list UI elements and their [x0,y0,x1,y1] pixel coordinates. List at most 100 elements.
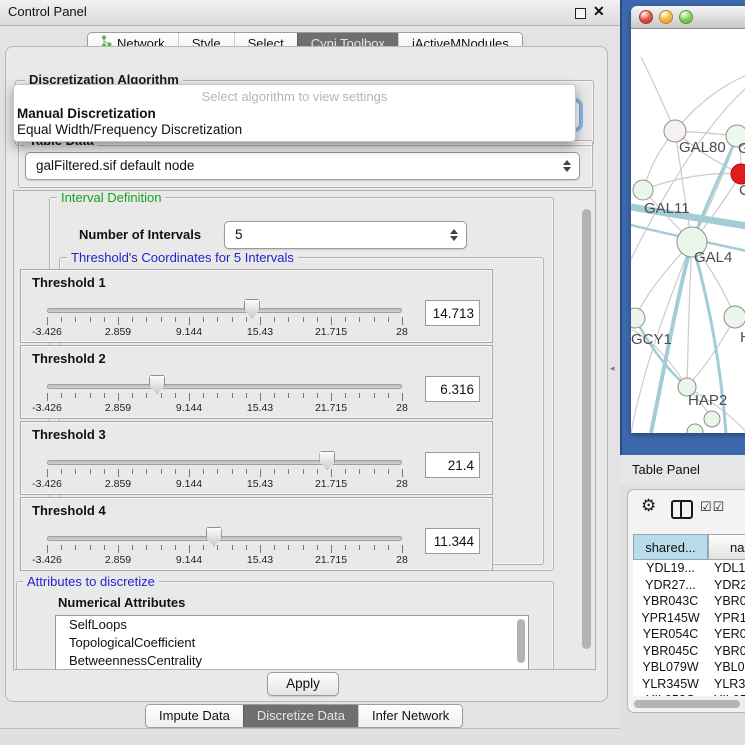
slider-tick [331,317,332,325]
slider-tick [402,545,403,553]
close-icon[interactable]: ✕ [593,3,605,20]
table-hscroll-thumb[interactable] [634,700,740,708]
table-panel-titlebar: Table Panel [620,455,745,485]
tab-impute-data[interactable]: Impute Data [146,705,243,727]
threshold-slider-thumb[interactable] [319,451,335,470]
network-node-label: C [739,182,745,199]
table-data-value: galFiltered.sif default node [36,153,194,178]
slider-tick [232,469,233,474]
threshold-value-field[interactable]: 21.4 [425,452,480,478]
attribute-list-item[interactable]: BetweennessCentrality [56,652,528,670]
threshold-slider-track[interactable] [47,384,402,389]
select-columns-checkboxes-icon[interactable]: ☑☑ [700,499,725,515]
column-header-shared-name[interactable]: shared... [633,534,708,560]
threshold-label: Threshold 4 [32,503,106,518]
settings-scrollbar[interactable] [582,209,591,649]
node-table-rows: YDL19...YDL19...YDR27...YDR27...YBR043CY… [633,560,745,696]
table-row[interactable]: YBL079WYBL079W [633,659,745,676]
slider-tick [161,545,162,550]
slider-tick [75,393,76,398]
slider-tick-label: -3.426 [17,554,77,566]
slider-tick [75,317,76,322]
slider-tick-label: 21.715 [301,326,361,338]
attribute-list-item[interactable]: SelfLoops [56,616,528,634]
threshold-slider-track[interactable] [47,460,402,465]
slider-tick [402,469,403,477]
table-row[interactable]: YER054CYER054C [633,626,745,643]
table-row[interactable]: YBR045CYBR045C [633,643,745,660]
network-canvas[interactable]: GAL80GACGAL11GAL4GCY1HHAP2 [631,29,745,433]
slider-tick [331,545,332,553]
apply-button[interactable]: Apply [267,672,339,696]
slider-tick [359,545,360,550]
attributes-list-scrollbar[interactable] [517,619,525,663]
slider-tick [118,317,119,325]
slider-tick-label: -3.426 [17,402,77,414]
slider-tick [47,469,48,477]
slider-tick-label: 28 [372,326,432,338]
network-node-label: GCY1 [631,331,672,348]
network-view-frame: GAL80GACGAL11GAL4GCY1HHAP2 [620,0,745,455]
split-pane-collapse-arrow[interactable]: ◂ [610,363,615,374]
slider-tick [132,393,133,398]
slider-tick [232,545,233,550]
cell-name: YBR043C [714,593,745,610]
network-node-c[interactable] [731,164,745,184]
slider-tick [402,393,403,401]
number-of-intervals-combobox[interactable]: 5 [224,221,467,249]
threshold-slider-thumb[interactable] [244,299,260,318]
minimize-traffic-light-icon[interactable] [659,10,673,24]
zoom-traffic-light-icon[interactable] [679,10,693,24]
slider-tick [146,545,147,550]
network-edge [641,57,675,131]
slider-tick [217,545,218,550]
table-row[interactable]: YIL052CYIL052C [633,692,745,696]
table-data-combobox[interactable]: galFiltered.sif default node [25,152,580,180]
threshold-value-field[interactable]: 14.713 [425,300,480,326]
numerical-attributes-list[interactable]: SelfLoopsTopologicalCoefficientBetweenne… [55,615,529,670]
slider-tick [303,317,304,322]
network-node[interactable] [704,411,720,427]
network-node-label: HAP2 [688,392,727,409]
cell-shared-name: YDL19... [633,560,708,577]
number-of-intervals-value: 5 [235,222,243,247]
algorithm-hint: Select algorithm to view settings [14,89,575,104]
algorithm-option-equal-width[interactable]: Equal Width/Frequency Discretization [17,122,242,137]
table-row[interactable]: YLR345WYLR345W [633,676,745,693]
slider-tick-label: 2.859 [88,478,148,490]
algorithm-option-manual[interactable]: Manual Discretization [17,106,156,121]
column-header-name[interactable]: name [708,534,745,560]
close-traffic-light-icon[interactable] [639,10,653,24]
threshold-slider-track[interactable] [47,536,402,541]
table-row[interactable]: YDL19...YDL19... [633,560,745,577]
control-panel-titlebar: Control Panel ✕ [0,0,620,26]
threshold-slider-thumb[interactable] [149,375,165,394]
cell-shared-name: YIL052C [633,692,708,696]
float-window-icon[interactable] [575,8,586,19]
network-node-h[interactable] [724,306,745,328]
attribute-list-item[interactable]: TopologicalCoefficient [56,634,528,652]
panel-title: Control Panel [8,4,87,19]
threshold-value-field[interactable]: 6.316 [425,376,480,402]
network-node-label: H [740,329,745,346]
slider-tick [331,393,332,401]
table-row[interactable]: YBR043CYBR043C [633,593,745,610]
table-row[interactable]: YDR27...YDR27... [633,577,745,594]
threshold-slider-thumb[interactable] [206,527,222,546]
network-node-gal11[interactable] [633,180,653,200]
table-horizontal-scrollbar[interactable] [632,699,745,709]
slider-tick [203,317,204,322]
network-node-gcy1[interactable] [631,308,645,328]
table-row[interactable]: YPR145WYPR145W [633,610,745,627]
slider-tick [118,469,119,477]
threshold-panel-1: Threshold 1-3.4262.8599.14415.4321.71528… [20,269,493,343]
threshold-value-field[interactable]: 11.344 [425,528,480,554]
tab-discretize-data[interactable]: Discretize Data [243,705,358,727]
tab-infer-network[interactable]: Infer Network [358,705,462,727]
settings-gear-icon[interactable]: ⚙ [641,496,656,516]
network-node[interactable] [687,424,703,433]
threshold-slider-track[interactable] [47,308,402,313]
slider-tick [217,469,218,474]
threshold-label: Threshold 3 [32,427,106,442]
split-columns-icon[interactable] [671,500,693,519]
